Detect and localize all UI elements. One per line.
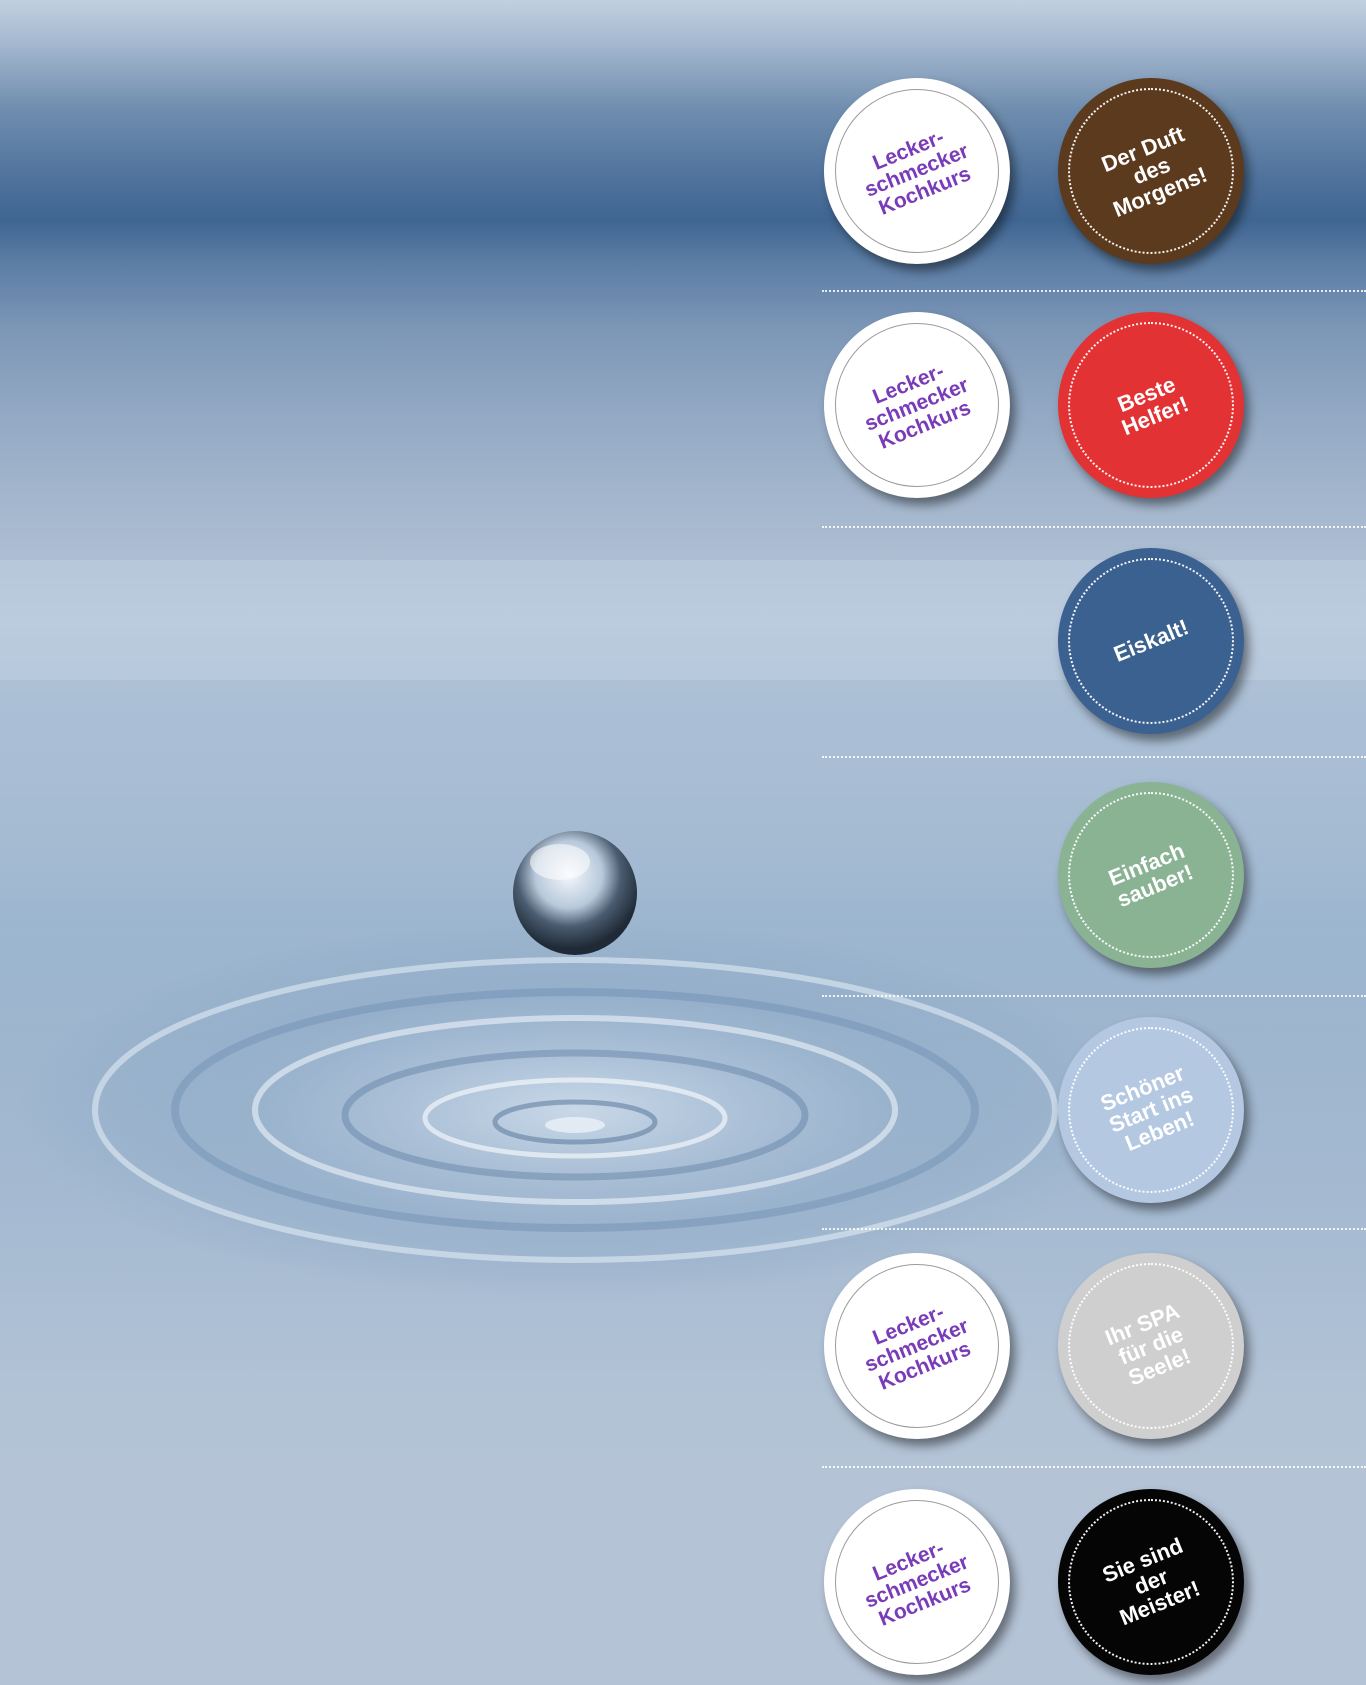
sticker-leckerschmecker-kochkurs: Lecker- schmecker Kochkurs	[824, 1253, 1010, 1439]
sticker-beste-helfer: Beste Helfer!	[1058, 312, 1244, 498]
sticker-leckerschmecker-kochkurs: Lecker- schmecker Kochkurs	[824, 1489, 1010, 1675]
row-divider	[822, 995, 1366, 997]
sticker-schoener-start-ins-leben: Schöner Start ins Leben!	[1058, 1017, 1244, 1203]
row-divider	[822, 526, 1366, 528]
sticker-leckerschmecker-kochkurs: Lecker- schmecker Kochkurs	[824, 312, 1010, 498]
sticker-leckerschmecker-kochkurs: Lecker- schmecker Kochkurs	[824, 78, 1010, 264]
sticker-sie-sind-der-meister: Sie sind der Meister!	[1058, 1489, 1244, 1675]
sticker-ihr-spa-fuer-die-seele: Ihr SPA für die Seele!	[1058, 1253, 1244, 1439]
row-divider	[822, 756, 1366, 758]
row-divider	[822, 290, 1366, 292]
sticker-eiskalt: Eiskalt!	[1058, 548, 1244, 734]
sticker-einfach-sauber: Einfach sauber!	[1058, 782, 1244, 968]
sticker-der-duft-des-morgens: Der Duft des Morgens!	[1058, 78, 1244, 264]
row-divider	[822, 1228, 1366, 1230]
row-divider	[822, 1466, 1366, 1468]
